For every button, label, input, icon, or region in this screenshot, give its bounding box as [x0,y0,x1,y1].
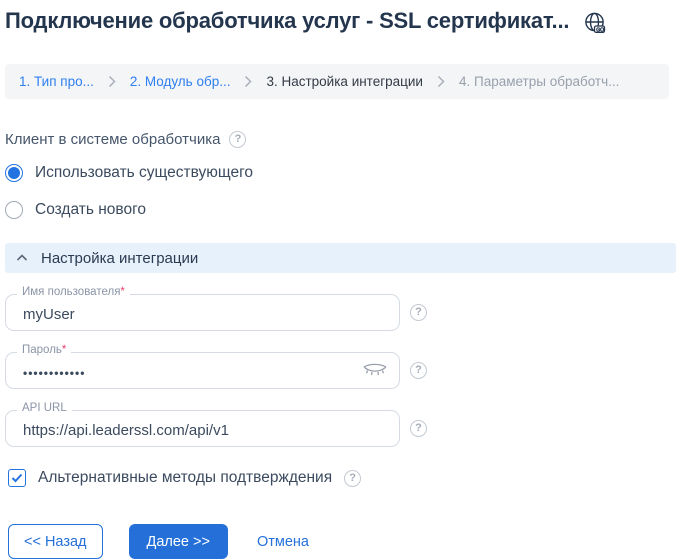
step-2-handler-module[interactable]: 2. Модуль обр... [130,74,231,89]
checkbox-icon[interactable] [8,469,26,487]
username-field-row: Имя пользователя* ? [5,294,671,331]
alt-confirmation-methods-row: Альтернативные методы подтверждения ? [8,469,671,487]
step-1-product-type[interactable]: 1. Тип про... [19,74,94,89]
required-mark: * [120,286,124,298]
radio-icon[interactable] [5,201,23,219]
checkbox-label[interactable]: Альтернативные методы подтверждения [38,469,332,487]
radio-label: Создать нового [35,201,146,219]
step-4-handler-params: 4. Параметры обработч... [459,74,619,89]
chevron-right-icon [437,75,445,88]
wizard-actions: << Назад Далее >> Отмена [8,524,671,559]
radio-option-create-new[interactable]: Создать нового [5,201,671,219]
page-header: Подключение обработчика услуг - SSL серт… [5,6,671,40]
radio-icon[interactable] [5,164,23,182]
integration-section-title: Настройка интеграции [41,250,198,267]
eye-closed-icon[interactable] [362,363,388,378]
api-url-input[interactable] [5,410,400,447]
api-url-field-row: API URL ? [5,410,671,447]
radio-option-use-existing[interactable]: Использовать существующего [5,164,671,182]
globe-link-icon[interactable]: GO [583,11,607,40]
step-3-integration-setup: 3. Настройка интеграции [266,74,423,89]
username-input[interactable] [5,294,400,331]
wizard-steps-bar: 1. Тип про... 2. Модуль обр... 3. Настро… [5,64,669,99]
api-url-field-label: API URL [17,402,72,414]
password-field-label: Пароль* [17,344,71,356]
help-icon[interactable]: ? [410,304,427,321]
help-icon[interactable]: ? [410,420,427,437]
wizard-page: Подключение обработчика услуг - SSL серт… [0,0,679,559]
svg-text:GO: GO [596,27,604,33]
password-field-row: Пароль* ? [5,352,671,389]
client-section-label: Клиент в системе обработчика [5,131,220,148]
back-button[interactable]: << Назад [8,524,103,559]
password-input[interactable] [5,352,400,389]
radio-label: Использовать существующего [35,164,253,182]
page-title: Подключение обработчика услуг - SSL серт… [5,8,569,34]
username-field-label: Имя пользователя* [17,286,130,298]
cancel-link[interactable]: Отмена [257,534,309,550]
password-field-wrap: Пароль* [5,352,400,389]
help-icon[interactable]: ? [229,131,246,148]
chevron-right-icon [108,75,116,88]
client-section-label-row: Клиент в системе обработчика ? [5,131,246,148]
username-field-wrap: Имя пользователя* [5,294,400,331]
next-button[interactable]: Далее >> [129,524,228,559]
integration-section-header[interactable]: Настройка интеграции [5,243,676,273]
required-mark: * [62,344,66,356]
help-icon[interactable]: ? [410,362,427,379]
chevron-up-icon[interactable] [16,254,28,262]
api-url-field-wrap: API URL [5,410,400,447]
chevron-right-icon [244,75,252,88]
help-icon[interactable]: ? [344,470,361,487]
